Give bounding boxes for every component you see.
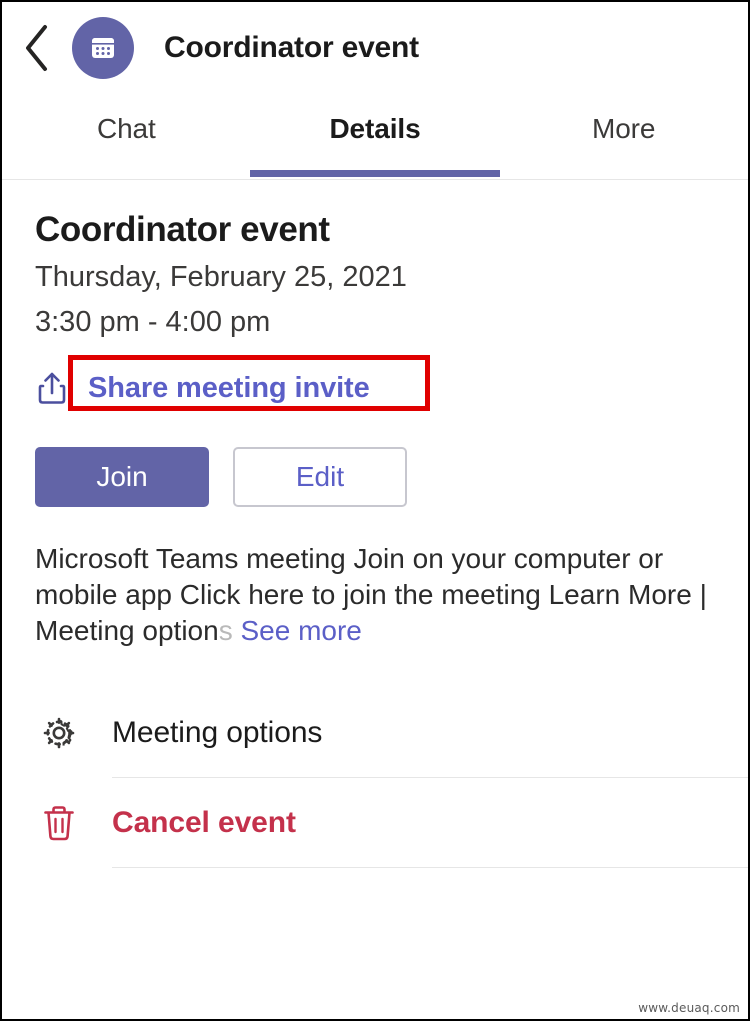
meeting-description: Microsoft Teams meeting Join on your com… xyxy=(35,541,715,648)
chevron-left-icon xyxy=(22,24,52,72)
page-title: Coordinator event xyxy=(164,31,419,64)
share-meeting-invite-label[interactable]: Share meeting invite xyxy=(88,372,370,405)
tab-active-underline xyxy=(250,170,500,177)
details-panel: Coordinator event Thursday, February 25,… xyxy=(2,180,748,869)
tab-details[interactable]: Details xyxy=(250,97,500,179)
tab-chat[interactable]: Chat xyxy=(2,97,251,179)
meeting-description-fade: s xyxy=(218,614,233,646)
share-upload-icon xyxy=(36,370,68,406)
gear-icon xyxy=(32,713,86,753)
cancel-event-label: Cancel event xyxy=(112,806,296,840)
row-divider xyxy=(112,867,748,869)
meeting-options-label: Meeting options xyxy=(112,716,323,750)
event-title: Coordinator event xyxy=(35,210,330,249)
tab-bar: Chat Details More xyxy=(2,97,748,179)
event-time: 3:30 pm - 4:00 pm xyxy=(35,306,271,338)
event-date: Thursday, February 25, 2021 xyxy=(35,261,407,293)
tab-chat-label: Chat xyxy=(96,113,156,144)
option-list: Meeting options Cancel event xyxy=(2,688,748,869)
tab-more[interactable]: More xyxy=(499,97,748,179)
join-button[interactable]: Join xyxy=(35,447,209,507)
back-button[interactable] xyxy=(6,13,68,83)
app-header: Coordinator event xyxy=(2,2,748,94)
calendar-icon xyxy=(88,33,118,63)
edit-button[interactable]: Edit xyxy=(233,447,407,507)
watermark: www.deuaq.com xyxy=(638,1001,740,1015)
avatar xyxy=(72,17,134,79)
trash-icon xyxy=(32,803,86,843)
meeting-description-text: Microsoft Teams meeting Join on your com… xyxy=(35,543,707,646)
tab-more-label: More xyxy=(591,113,656,144)
app-screen: Coordinator event Chat Details More Coor… xyxy=(0,0,750,1021)
tab-details-label: Details xyxy=(329,113,421,144)
share-meeting-invite-row[interactable]: Share meeting invite xyxy=(2,355,748,417)
cancel-event-row[interactable]: Cancel event xyxy=(2,778,748,869)
meeting-options-row[interactable]: Meeting options xyxy=(2,688,748,779)
see-more-link[interactable]: See more xyxy=(240,615,361,646)
action-button-group: Join Edit xyxy=(35,447,748,507)
